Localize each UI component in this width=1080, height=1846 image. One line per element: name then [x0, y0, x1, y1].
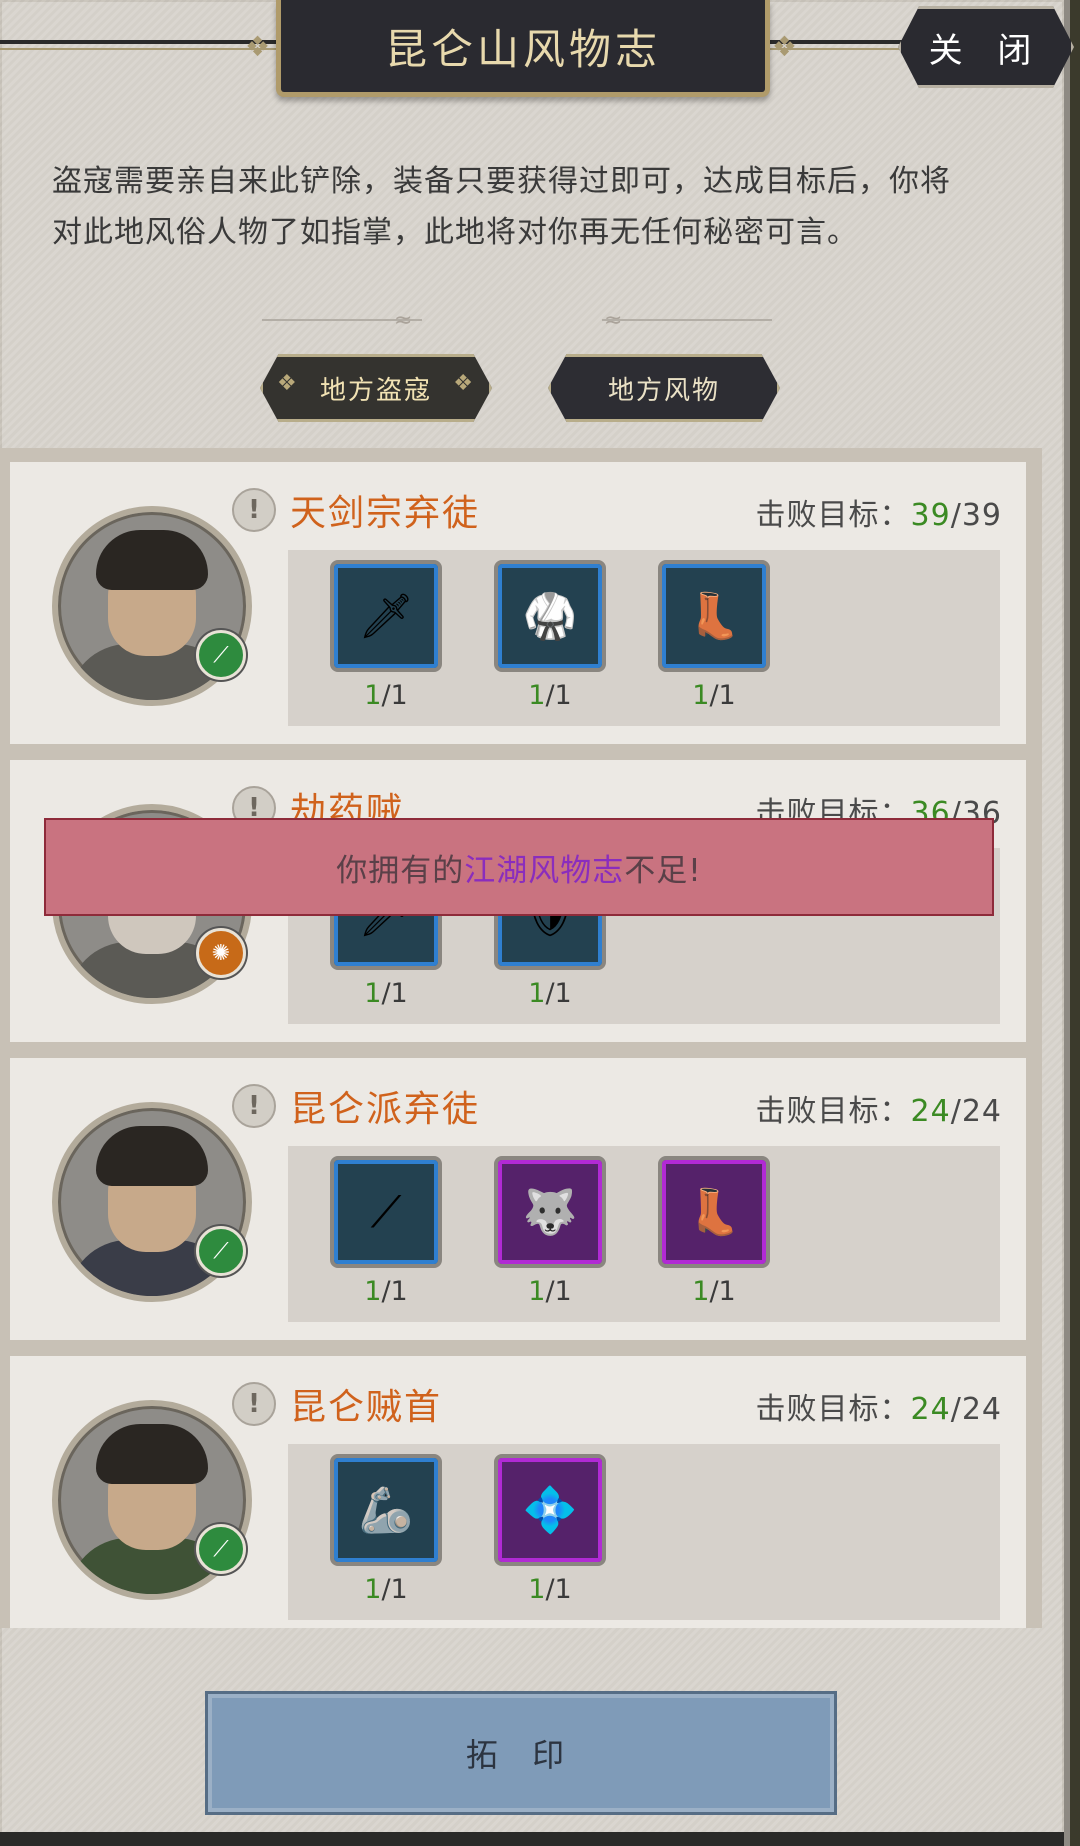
alert-icon[interactable]: ! [232, 1382, 276, 1426]
item-slot[interactable]: 🥋 1/1 [494, 560, 606, 711]
defeat-count: 24 [910, 1392, 951, 1427]
description-text: 盗寇需要亲自来此铲除，装备只要获得过即可，达成目标后，你将对此地风俗人物了如指掌… [52, 164, 951, 250]
enemy-card: ⟋ ! 天剑宗弃徒 击败目标：39/39 🗡 1/1 🥋 1/1 👢 1/1 [10, 462, 1026, 744]
item-slot[interactable]: 🐺 1/1 [494, 1156, 606, 1307]
item-count: 1/1 [364, 680, 408, 711]
divider-right [602, 319, 772, 321]
rubbing-button[interactable]: 拓 印 [208, 1694, 834, 1812]
bracer-icon: 🦾 [330, 1454, 442, 1566]
defeat-count: 39 [910, 498, 951, 533]
item-count: 1/1 [692, 1276, 736, 1307]
item-slot[interactable]: 👢 1/1 [658, 1156, 770, 1307]
enemy-list[interactable]: ⟋ ! 天剑宗弃徒 击败目标：39/39 🗡 1/1 🥋 1/1 👢 1/1 ✺… [0, 448, 1042, 1628]
defeat-target-label: 击败目标： [755, 498, 911, 533]
tab-ornament-icon: ❖ [453, 371, 475, 396]
toast-prefix: 你拥有的 [336, 852, 465, 889]
item-count: 1/1 [692, 680, 736, 711]
toast-highlight: 江湖风物志 [464, 852, 625, 889]
item-tray: ⟋ 1/1 🐺 1/1 👢 1/1 [288, 1146, 1000, 1322]
robe-icon: 🥋 [494, 560, 606, 672]
divider-ornament-icon: ≈ [394, 308, 413, 333]
item-count: 1/1 [364, 1574, 408, 1605]
item-count: 1/1 [528, 1276, 572, 1307]
defeat-total: /39 [950, 498, 1002, 533]
alert-icon[interactable]: ! [232, 488, 276, 532]
item-slot[interactable]: 🗡 1/1 [330, 560, 442, 711]
boots-icon: 👢 [658, 560, 770, 672]
dialog-title: 昆仑山风物志 [384, 24, 661, 74]
defeat-target: 击败目标：39/39 [756, 490, 1002, 534]
item-slot[interactable]: 🦾 1/1 [330, 1454, 442, 1605]
defeat-target-label: 击败目标： [755, 1094, 911, 1129]
defeat-total: /24 [950, 1392, 1002, 1427]
tab-local-bandits[interactable]: ❖ 地方盗寇 ❖ [260, 354, 492, 422]
enemy-name: 昆仑贼首 [290, 1387, 443, 1428]
toast-suffix: 不足! [624, 852, 702, 889]
tab-ornament-icon: ❖ [277, 371, 299, 396]
item-count: 1/1 [364, 978, 408, 1009]
defeat-total: /24 [950, 1094, 1002, 1129]
sword-icon: 🗡 [330, 560, 442, 672]
item-tray: 🦾 1/1 💠 1/1 [288, 1444, 1000, 1620]
beast-armor-icon: 🐺 [494, 1156, 606, 1268]
close-button[interactable]: 关 闭 [898, 6, 1074, 88]
item-count: 1/1 [528, 680, 572, 711]
enemy-card: ⟋ ! 昆仑贼首 击败目标：24/24 🦾 1/1 💠 1/1 [10, 1356, 1026, 1628]
item-count: 1/1 [528, 1574, 572, 1605]
defeat-target-label: 击败目标： [755, 1392, 911, 1427]
leaf-icon: ⟋ [196, 630, 246, 680]
item-slot[interactable]: ⟋ 1/1 [330, 1156, 442, 1307]
item-count: 1/1 [528, 978, 572, 1009]
fire-icon: ✺ [196, 928, 246, 978]
leaf-icon: ⟋ [196, 1524, 246, 1574]
spear-icon: ⟋ [330, 1156, 442, 1268]
defeat-count: 24 [910, 1094, 951, 1129]
defeat-target: 击败目标：24/24 [756, 1086, 1002, 1130]
enemy-name: 昆仑派弃徒 [290, 1089, 481, 1130]
item-tray: 🗡 1/1 🥋 1/1 👢 1/1 [288, 550, 1000, 726]
enemy-name: 天剑宗弃徒 [290, 493, 481, 534]
item-slot[interactable]: 💠 1/1 [494, 1454, 606, 1605]
tab-local-customs[interactable]: 地方风物 [548, 354, 780, 422]
toast-message: 你拥有的 江湖风物志 不足! [44, 818, 994, 916]
belt-icon: 💠 [494, 1454, 606, 1566]
item-slot[interactable]: 👢 1/1 [658, 560, 770, 711]
alert-icon[interactable]: ! [232, 1084, 276, 1128]
dialog-panel: 昆仑山风物志 关 闭 盗寇需要亲自来此铲除，装备只要获得过即可，达成目标后，你将… [0, 0, 1074, 1846]
bottom-border [0, 1832, 1064, 1846]
dialog-title-plate: 昆仑山风物志 [245, 0, 801, 97]
tab-label: 地方盗寇 [319, 375, 432, 406]
boots-icon: 👢 [658, 1156, 770, 1268]
defeat-target: 击败目标：24/24 [756, 1384, 1002, 1428]
leaf-icon: ⟋ [196, 1226, 246, 1276]
item-count: 1/1 [364, 1276, 408, 1307]
tab-label: 地方风物 [607, 375, 720, 406]
enemy-card: ⟋ ! 昆仑派弃徒 击败目标：24/24 ⟋ 1/1 🐺 1/1 👢 1/1 [10, 1058, 1026, 1340]
